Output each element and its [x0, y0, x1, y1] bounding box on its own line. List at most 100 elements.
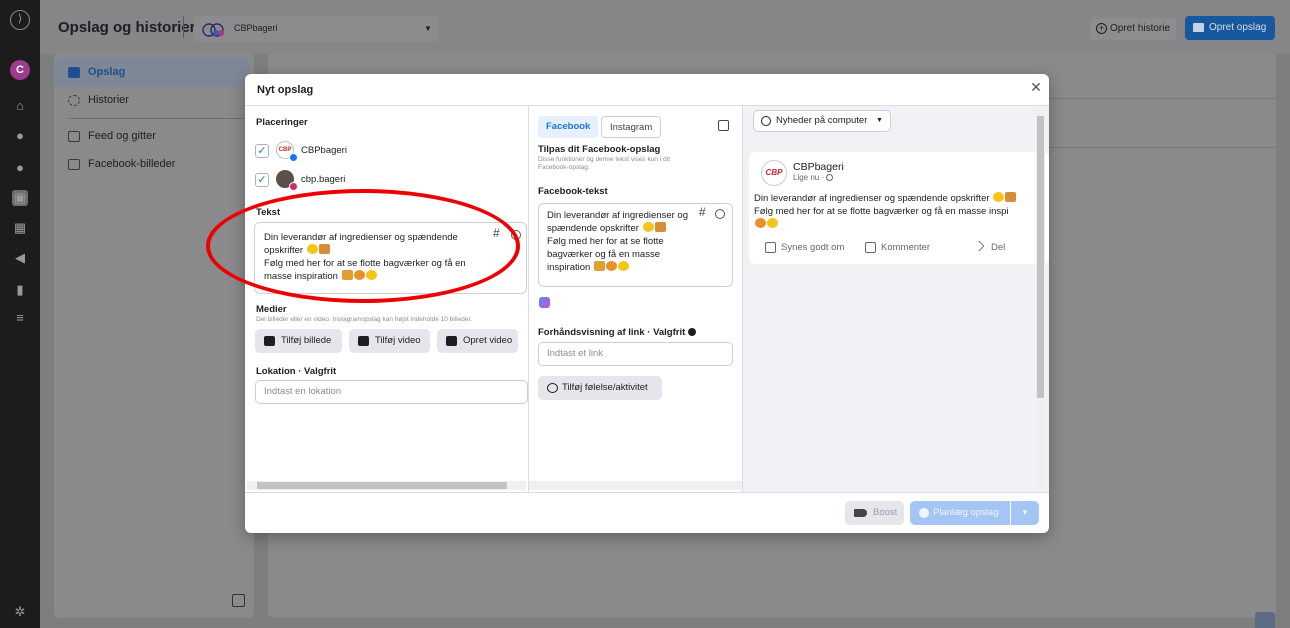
- account-selector[interactable]: CBPbageri ▼: [194, 16, 438, 42]
- facebook-text-line: inspiration: [547, 262, 591, 273]
- placement-instagram[interactable]: ✓ cbp.bageri: [255, 169, 515, 191]
- horizontal-scrollbar[interactable]: [247, 481, 526, 490]
- post-text-input[interactable]: Din leverandør af ingredienser og spænde…: [254, 222, 527, 294]
- cake-emoji-icon: [593, 261, 605, 271]
- like-label: Synes godt om: [781, 242, 845, 253]
- yum-emoji-icon: [365, 270, 377, 280]
- compose-column: Placeringer ✓ CBP CBPbageri ✓ cbp.bageri…: [245, 106, 528, 492]
- like-action[interactable]: Synes godt om: [765, 242, 844, 253]
- home-icon[interactable]: ⌂: [12, 98, 28, 114]
- feeling-activity-button[interactable]: Tilføj følelse/aktivitet: [538, 376, 662, 400]
- create-post-button[interactable]: Opret opslag: [1185, 16, 1275, 40]
- info-icon[interactable]: [687, 328, 696, 336]
- croissant-emoji-icon: [605, 261, 617, 271]
- sidebar-item-label: Facebook-billeder: [88, 158, 176, 170]
- facebook-text-line: spændende opskrifter: [547, 223, 639, 234]
- placement-facebook[interactable]: ✓ CBP CBPbageri: [255, 140, 515, 162]
- comment-action[interactable]: Kommenter: [865, 242, 930, 253]
- sidebar-item-facebook-billeder[interactable]: Facebook-billeder: [54, 150, 250, 178]
- vertical-scrollbar[interactable]: [1036, 108, 1045, 488]
- location-label: Lokation · Valgfrit: [256, 366, 337, 377]
- video-icon: [358, 336, 369, 346]
- post-text-line: masse inspiration: [264, 271, 338, 282]
- link-input[interactable]: Indtast et link: [538, 342, 733, 366]
- messages-icon[interactable]: ●: [12, 160, 28, 176]
- create-story-button[interactable]: + Opret historie: [1090, 18, 1176, 40]
- smiley-emoji-icon: [993, 192, 1005, 202]
- horizontal-scrollbar[interactable]: [529, 481, 742, 490]
- menu-icon[interactable]: ≡: [12, 310, 28, 326]
- account-logo-icon: [202, 23, 224, 37]
- post-preview-card: CBP CBPbageri Lige nu · Din leverandør a…: [749, 152, 1049, 264]
- sidebar-item-label: Opslag: [88, 66, 126, 78]
- facebook-text-label: Facebook-tekst: [538, 186, 608, 197]
- calendar-icon[interactable]: ▦: [12, 220, 28, 236]
- photo-icon: [264, 336, 275, 346]
- posts-icon[interactable]: ▣: [12, 190, 28, 206]
- create-video-button[interactable]: Opret video: [437, 329, 518, 353]
- customize-title: Tilpas dit Facebook-opslag: [538, 144, 661, 155]
- scrollbar-thumb[interactable]: [257, 482, 507, 489]
- hashtag-icon[interactable]: #: [493, 227, 500, 240]
- facebook-icon: [289, 153, 298, 162]
- help-button[interactable]: [1255, 612, 1275, 628]
- facebook-text-line: bagværker og få en masse: [547, 249, 661, 260]
- settings-icon[interactable]: ✲: [12, 604, 28, 620]
- emoji-picker-icon[interactable]: [511, 230, 521, 240]
- share-icon: [973, 240, 985, 252]
- close-icon[interactable]: ✕: [1028, 79, 1044, 95]
- create-video-label: Opret video: [463, 335, 513, 346]
- plus-circle-icon: +: [1096, 23, 1107, 34]
- add-photo-button[interactable]: Tilføj billede: [255, 329, 342, 353]
- facebook-checkbox[interactable]: ✓: [255, 144, 269, 158]
- preview-actions: Synes godt om Kommenter Del: [749, 240, 1049, 258]
- left-sidebar: Opslag Historier Feed og gitter Facebook…: [54, 52, 254, 618]
- comment-label: Kommenter: [881, 242, 931, 253]
- text-label: Tekst: [256, 207, 281, 218]
- sidebar-item-historier[interactable]: Historier: [54, 86, 250, 114]
- preview-meta: Lige nu ·: [793, 173, 834, 182]
- account-avatar[interactable]: C: [10, 60, 30, 80]
- preview-text: Din leverandør af ingredienser og spænde…: [754, 192, 1044, 231]
- chevron-down-icon: ▼: [424, 24, 432, 33]
- link-preview-label-text: Forhåndsvisning af link · Valgfrit: [538, 327, 686, 338]
- schedule-options-button[interactable]: ▼: [1011, 501, 1039, 525]
- page-avatar: CBP: [761, 160, 787, 186]
- tab-instagram[interactable]: Instagram: [601, 116, 662, 138]
- tab-facebook[interactable]: Facebook: [538, 116, 599, 138]
- posts-icon: [68, 67, 80, 78]
- cake-emoji-icon: [341, 270, 353, 280]
- schedule-post-button[interactable]: Planlæg opslag: [910, 501, 1010, 525]
- hashtag-icon[interactable]: #: [699, 206, 706, 219]
- facebook-text-line: Følg med her for at se flotte: [547, 236, 664, 247]
- location-input[interactable]: Indtast en lokation: [255, 380, 528, 404]
- photos-icon: [68, 159, 80, 170]
- ads-icon[interactable]: ◀: [12, 250, 28, 266]
- emoji-picker-icon[interactable]: [715, 209, 725, 219]
- scrollbar-thumb[interactable]: [1037, 116, 1044, 398]
- post-icon: [1193, 23, 1204, 32]
- boost-button[interactable]: Boost: [845, 501, 904, 525]
- preview-view-selector[interactable]: Nyheder på computer ▼: [753, 110, 891, 132]
- media-label: Medier: [256, 304, 287, 315]
- sidebar-divider: [68, 118, 244, 119]
- sidebar-item-opslag[interactable]: Opslag: [54, 58, 250, 86]
- feed-grid-icon: [68, 131, 80, 142]
- boost-label: Boost: [873, 507, 898, 518]
- facebook-text-input[interactable]: Din leverandør af ingredienser og spænde…: [538, 203, 733, 287]
- instagram-checkbox[interactable]: ✓: [255, 173, 269, 187]
- title-divider: [183, 16, 184, 38]
- facebook-text-line: Din leverandør af ingredienser og: [547, 210, 688, 221]
- sidebar-item-feed[interactable]: Feed og gitter: [54, 122, 250, 150]
- notifications-icon[interactable]: ●: [12, 128, 28, 144]
- croissant-emoji-icon: [755, 218, 766, 228]
- preview-toggle-icon[interactable]: [718, 120, 729, 131]
- meta-logo-icon[interactable]: ⟩: [10, 10, 30, 30]
- ai-assist-icon[interactable]: [539, 297, 550, 308]
- insights-icon[interactable]: ▮: [12, 282, 28, 298]
- add-video-button[interactable]: Tilføj video: [349, 329, 430, 353]
- collapse-sidebar-icon[interactable]: [232, 594, 245, 607]
- new-post-dialog: Nyt opslag ✕ Placeringer ✓ CBP CBPbageri…: [245, 74, 1049, 533]
- share-action[interactable]: Del: [973, 240, 1005, 253]
- smiley-icon: [547, 383, 558, 393]
